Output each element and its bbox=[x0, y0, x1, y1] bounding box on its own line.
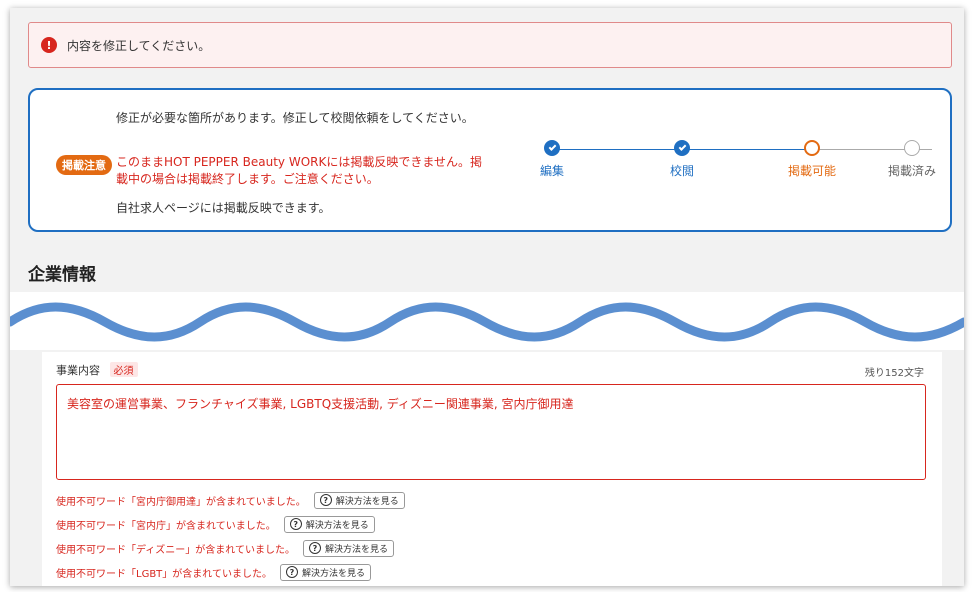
warning-text: 使用不可ワード「宮内庁」が含まれていました。 bbox=[56, 520, 276, 532]
pending-step-icon bbox=[904, 140, 920, 156]
step-label: 掲載可能 bbox=[787, 164, 836, 178]
step-label: 編集 bbox=[539, 164, 564, 178]
warning-row: 使用不可ワード「LGBT」が含まれていました。 ? 解決方法を見る bbox=[56, 560, 405, 584]
error-message: 内容を修正してください。 bbox=[67, 38, 211, 53]
solution-button[interactable]: ? 解決方法を見る bbox=[313, 491, 405, 509]
field-label-text: 事業内容 bbox=[56, 364, 100, 377]
solution-button-label: 解決方法を見る bbox=[335, 496, 399, 507]
step-label: 掲載済み bbox=[887, 164, 936, 178]
caution-badge: 掲載注意 bbox=[56, 155, 112, 175]
status-warning: このままHOT PEPPER Beauty WORKには掲載反映できません。掲載… bbox=[116, 155, 482, 186]
step-edit: 編集 bbox=[512, 140, 592, 179]
solution-button-label: 解決方法を見る bbox=[302, 568, 366, 579]
char-counter: 残り152文字 bbox=[864, 368, 924, 379]
warning-text: 使用不可ワード「ディズニー」が含まれていました。 bbox=[56, 544, 295, 556]
business-content-field: 事業内容 必須 残り152文字 美容室の運営事業、フランチャイズ事業, LGBT… bbox=[42, 352, 942, 586]
step-review: 校閲 bbox=[642, 140, 722, 179]
step-publishable: 掲載可能 bbox=[772, 140, 852, 179]
warning-row: 使用不可ワード「宮内庁」が含まれていました。 ? 解決方法を見る bbox=[56, 512, 405, 536]
question-icon: ? bbox=[289, 518, 302, 530]
app-frame: ! 内容を修正してください。 修正が必要な箇所があります。修正して校閲依頼をして… bbox=[10, 8, 964, 586]
solution-button-label: 解決方法を見る bbox=[305, 520, 369, 531]
warning-row: 使用不可ワード「ディズニー」が含まれていました。 ? 解決方法を見る bbox=[56, 536, 405, 560]
exclamation-icon: ! bbox=[41, 37, 57, 53]
solution-button[interactable]: ? 解決方法を見る bbox=[303, 539, 395, 557]
warning-text: 使用不可ワード「LGBT」が含まれていました。 bbox=[56, 568, 272, 580]
section-title: 企業情報 bbox=[28, 265, 96, 285]
warning-text: 使用不可ワード「宮内庁御用達」が含まれていました。 bbox=[56, 496, 306, 508]
progress-stepper: 編集 校閲 掲載可能 掲載済み bbox=[512, 140, 936, 190]
status-message-own-page: 自社求人ページには掲載反映できます。 bbox=[116, 201, 331, 215]
question-icon: ? bbox=[286, 566, 298, 578]
publish-status-panel: 修正が必要な箇所があります。修正して校閲依頼をしてください。 掲載注意 このまま… bbox=[28, 88, 952, 232]
business-content-textarea[interactable]: 美容室の運営事業、フランチャイズ事業, LGBTQ支援活動, ディズニー関連事業… bbox=[56, 384, 926, 480]
check-icon bbox=[674, 140, 690, 156]
required-badge: 必須 bbox=[109, 362, 138, 377]
solution-button[interactable]: ? 解決方法を見る bbox=[280, 563, 372, 581]
cut-indicator bbox=[10, 292, 964, 350]
forbidden-word-warnings: 使用不可ワード「宮内庁御用達」が含まれていました。 ? 解決方法を見る 使用不可… bbox=[56, 488, 405, 584]
solution-button[interactable]: ? 解決方法を見る bbox=[283, 515, 375, 533]
question-icon: ? bbox=[319, 494, 332, 506]
wave-separator-icon bbox=[10, 302, 964, 342]
current-step-icon bbox=[804, 140, 820, 156]
field-label: 事業内容 必須 bbox=[56, 362, 138, 378]
step-label: 校閲 bbox=[669, 164, 694, 178]
error-banner: ! 内容を修正してください。 bbox=[28, 22, 952, 68]
question-icon: ? bbox=[309, 542, 321, 554]
solution-button-label: 解決方法を見る bbox=[325, 544, 389, 555]
check-icon bbox=[544, 140, 560, 156]
step-published: 掲載済み bbox=[872, 140, 952, 179]
warning-row: 使用不可ワード「宮内庁御用達」が含まれていました。 ? 解決方法を見る bbox=[56, 488, 405, 512]
status-message-fix: 修正が必要な箇所があります。修正して校閲依頼をしてください。 bbox=[116, 111, 474, 125]
